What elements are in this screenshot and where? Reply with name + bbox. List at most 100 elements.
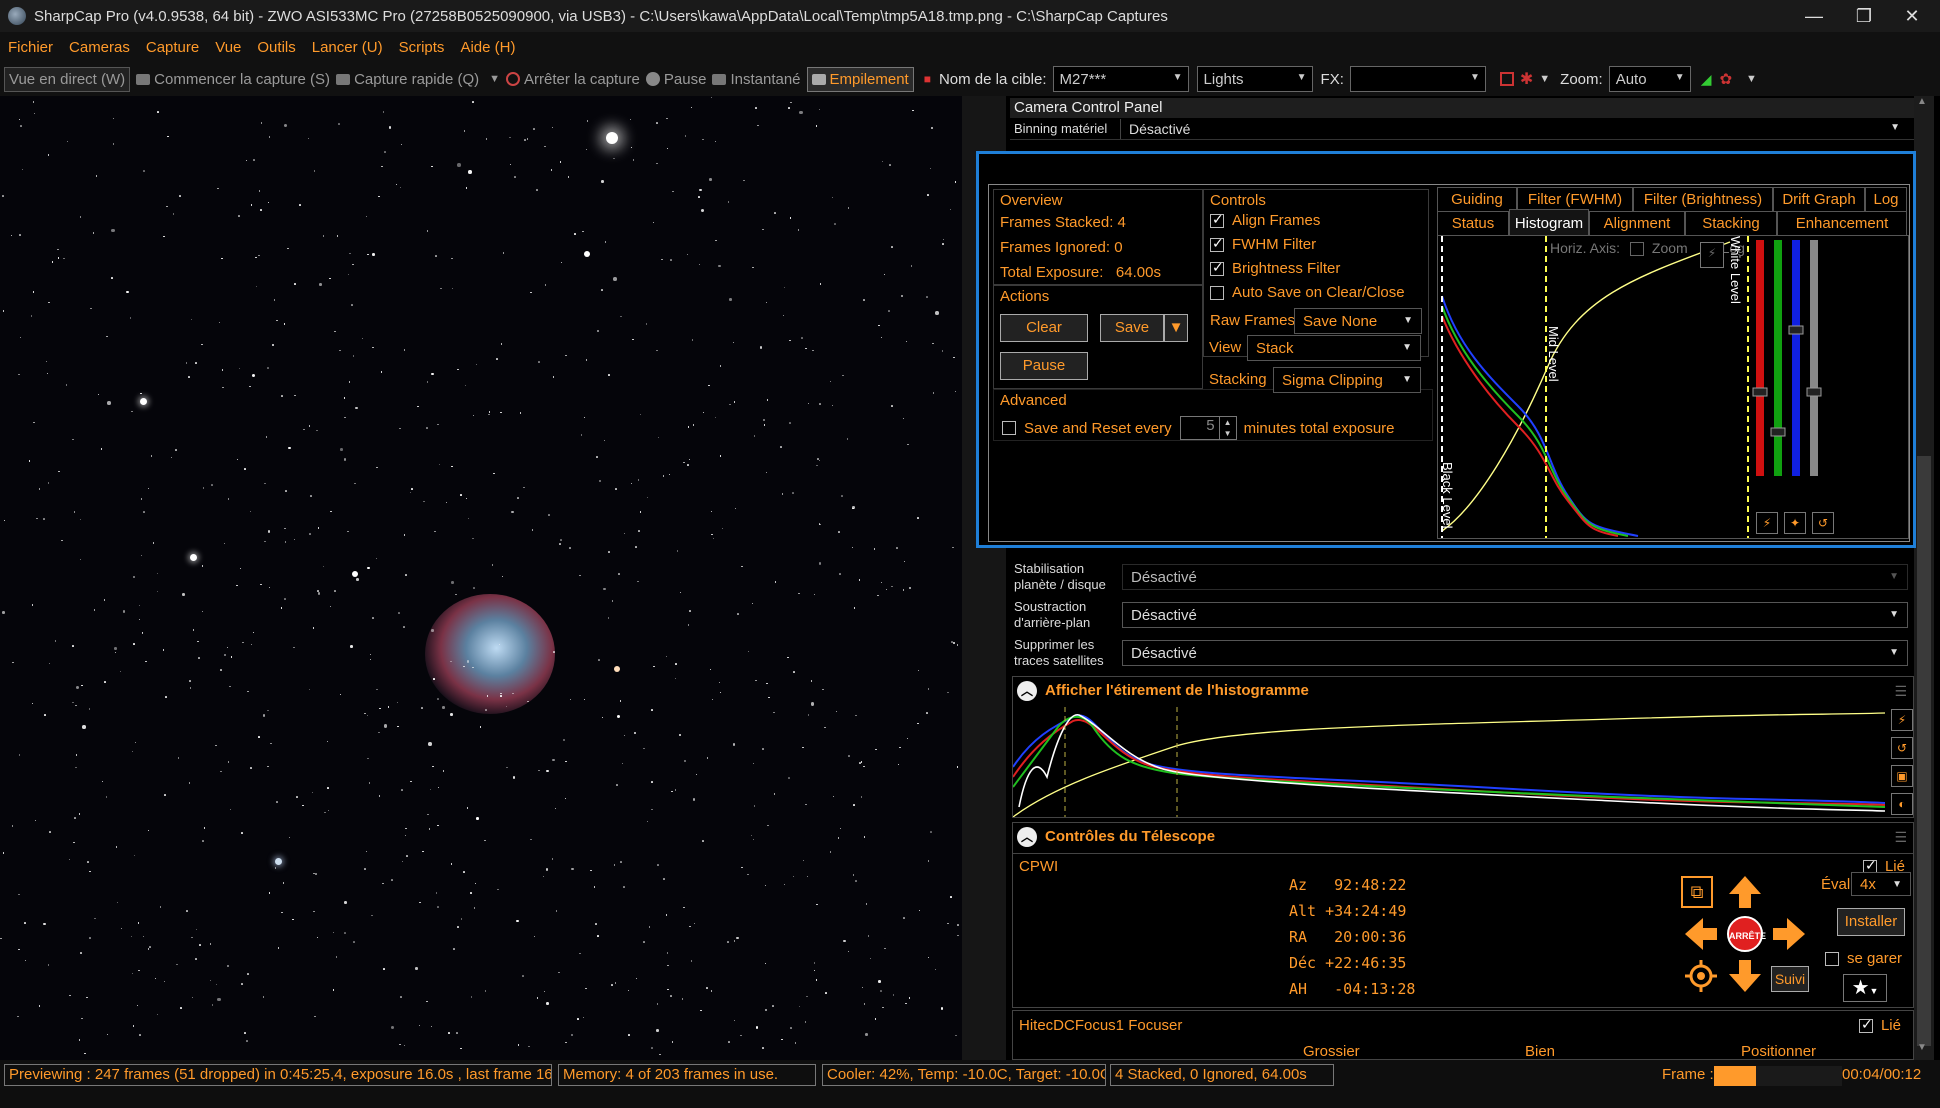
live-view-button[interactable]: Vue en direct (W) <box>4 66 131 92</box>
lightning-icon[interactable]: ⚡ <box>1891 709 1913 731</box>
reset-icon[interactable]: ↺ <box>1812 512 1834 534</box>
settings-icon[interactable]: ✿ <box>1719 70 1732 88</box>
align-frames-checkbox[interactable] <box>1210 211 1224 229</box>
install-button[interactable]: Installer <box>1837 908 1905 936</box>
save-icon[interactable]: ▣ <box>1891 765 1913 787</box>
spin-arrows-icon[interactable]: ▲ ▼ <box>1218 416 1237 440</box>
save-reset-checkbox[interactable] <box>1002 421 1016 435</box>
menu-aide[interactable]: Aide (H) <box>460 39 515 56</box>
quick-capture-button[interactable]: Capture rapide (Q) ▼ <box>336 71 500 88</box>
align-frames-row[interactable]: Align Frames <box>1210 211 1320 229</box>
fwhm-filter-row[interactable]: FWHM Filter <box>1210 235 1316 253</box>
satellite-select[interactable]: Désactivé ▼ <box>1122 640 1908 666</box>
reticle-icon[interactable] <box>1499 72 1514 86</box>
close-button[interactable]: ✕ <box>1888 0 1936 32</box>
pause-button[interactable]: Pause <box>645 71 706 88</box>
zoom-select[interactable]: Auto ▼ <box>1608 66 1691 92</box>
brightness-filter-checkbox[interactable] <box>1210 259 1224 277</box>
focuser-linked-row[interactable]: Lié <box>1858 1016 1901 1034</box>
move-west-button[interactable] <box>1683 916 1719 952</box>
scroll-up-icon[interactable]: ▲ <box>1917 96 1927 107</box>
stacking-mode-select[interactable]: Sigma Clipping ▼ <box>1273 367 1421 393</box>
center-target-button[interactable] <box>1683 958 1719 994</box>
menu-icon[interactable]: ☰ <box>1894 829 1907 846</box>
restore-button[interactable]: ❐ <box>1840 0 1888 32</box>
favorite-star-button[interactable]: ★▼ <box>1843 974 1887 1002</box>
reset-icon[interactable]: ↺ <box>1891 737 1913 759</box>
background-select[interactable]: Désactivé ▼ <box>1122 602 1908 628</box>
stop-capture-button[interactable]: Arrêter la capture <box>506 71 640 88</box>
tab-guiding[interactable]: Guiding <box>1437 187 1517 213</box>
auto-save-row[interactable]: Auto Save on Clear/Close <box>1210 284 1405 301</box>
tab-alignment[interactable]: Alignment <box>1589 211 1685 237</box>
preview-image[interactable] <box>0 96 962 1060</box>
focuser-linked-checkbox[interactable] <box>1858 1016 1873 1034</box>
tab-drift-graph[interactable]: Drift Graph <box>1773 187 1865 213</box>
tab-filter-brightness[interactable]: Filter (Brightness) <box>1633 187 1773 213</box>
binning-select[interactable]: Désactivé ▼ <box>1120 118 1908 139</box>
stop-mount-button[interactable]: ARRÊTE <box>1727 916 1766 952</box>
minimize-button[interactable]: — <box>1790 0 1838 32</box>
zoom-checkbox[interactable] <box>1629 242 1644 257</box>
green-slider-handle[interactable] <box>1770 427 1786 437</box>
stretch-histogram-chart[interactable] <box>1013 707 1885 817</box>
menu-lancer[interactable]: Lancer (U) <box>312 39 383 56</box>
move-east-button[interactable] <box>1771 916 1807 952</box>
clear-button[interactable]: Clear <box>1000 314 1088 342</box>
stacking-button[interactable]: Empilement <box>806 66 914 92</box>
save-reset-stepper[interactable]: 5 ▲ ▼ <box>1179 416 1237 440</box>
lum-slider-handle[interactable] <box>1806 387 1822 397</box>
save-button[interactable]: Save <box>1100 314 1164 342</box>
track-button[interactable]: Suivi <box>1771 966 1809 992</box>
move-south-button[interactable] <box>1727 958 1763 994</box>
tab-status[interactable]: Status <box>1437 211 1509 237</box>
focuser-name: HitecDCFocus1 Focuser <box>1019 1017 1183 1034</box>
move-north-button[interactable] <box>1727 874 1763 910</box>
menu-capture[interactable]: Capture <box>146 39 199 56</box>
save-options-button[interactable]: ▼ <box>1164 314 1188 342</box>
menu-icon[interactable]: ☰ <box>1894 683 1907 700</box>
collapse-icon[interactable]: ︿ <box>1017 827 1037 847</box>
brightness-filter-row[interactable]: Brightness Filter <box>1210 259 1340 277</box>
rate-select[interactable]: 4x ▼ <box>1851 872 1911 896</box>
menu-scripts[interactable]: Scripts <box>399 39 445 56</box>
raw-frames-select[interactable]: Save None ▼ <box>1294 308 1422 334</box>
view-select[interactable]: Stack ▼ <box>1247 335 1421 361</box>
vertical-scrollbar[interactable]: ▲ ▼ <box>1914 96 1934 1060</box>
tab-log[interactable]: Log <box>1865 187 1907 213</box>
menu-outils[interactable]: Outils <box>257 39 295 56</box>
pause-stack-button[interactable]: Pause <box>1000 352 1088 380</box>
auto-save-checkbox[interactable] <box>1210 286 1224 301</box>
fwhm-filter-checkbox[interactable] <box>1210 235 1224 253</box>
stack-histogram[interactable]: Horiz. Axis: Zoom Log ⚡ Black Level Mid … <box>1437 235 1909 539</box>
start-capture-button[interactable]: Commencer la capture (S) <box>136 71 330 88</box>
snapshot-button[interactable]: Instantané <box>712 71 801 88</box>
menu-vue[interactable]: Vue <box>215 39 241 56</box>
scroll-down-icon[interactable]: ▼ <box>1917 1042 1927 1053</box>
blue-slider-handle[interactable] <box>1788 325 1804 335</box>
target-name-input[interactable]: M27*** ▼ <box>1052 66 1189 92</box>
contrast-icon[interactable]: ◐ <box>1891 793 1913 815</box>
chevron-down-icon[interactable]: ▼ <box>1746 73 1757 85</box>
star-icon[interactable]: ✦ <box>1784 512 1806 534</box>
total-exposure-value: 64.00s <box>1115 264 1161 281</box>
star <box>24 922 26 924</box>
frame-type-select[interactable]: Lights ▼ <box>1196 66 1313 92</box>
goto-icon[interactable]: ⧉ <box>1681 876 1713 908</box>
collapse-icon[interactable]: ︿ <box>1017 681 1037 701</box>
scroll-thumb[interactable] <box>1917 456 1931 1046</box>
park-checkbox[interactable] <box>1825 952 1839 967</box>
tab-enhancement[interactable]: Enhancement <box>1777 211 1907 237</box>
tab-stacking[interactable]: Stacking <box>1685 211 1777 237</box>
auto-stretch-icon[interactable]: ⚡ <box>1700 242 1724 268</box>
menu-fichier[interactable]: Fichier <box>8 39 53 56</box>
menu-cameras[interactable]: Cameras <box>69 39 130 56</box>
chevron-down-icon[interactable]: ▼ <box>1539 73 1550 85</box>
stabilisation-select[interactable]: Désactivé ▼ <box>1122 564 1908 590</box>
histogram-icon[interactable]: ◢ <box>1701 71 1712 88</box>
crosshair-icon[interactable]: ✱ <box>1520 69 1533 89</box>
park-row[interactable]: se garer <box>1825 950 1902 967</box>
lightning-icon[interactable]: ⚡ <box>1756 512 1778 534</box>
fx-select[interactable]: ▼ <box>1349 66 1486 92</box>
red-slider-handle[interactable] <box>1752 387 1768 397</box>
